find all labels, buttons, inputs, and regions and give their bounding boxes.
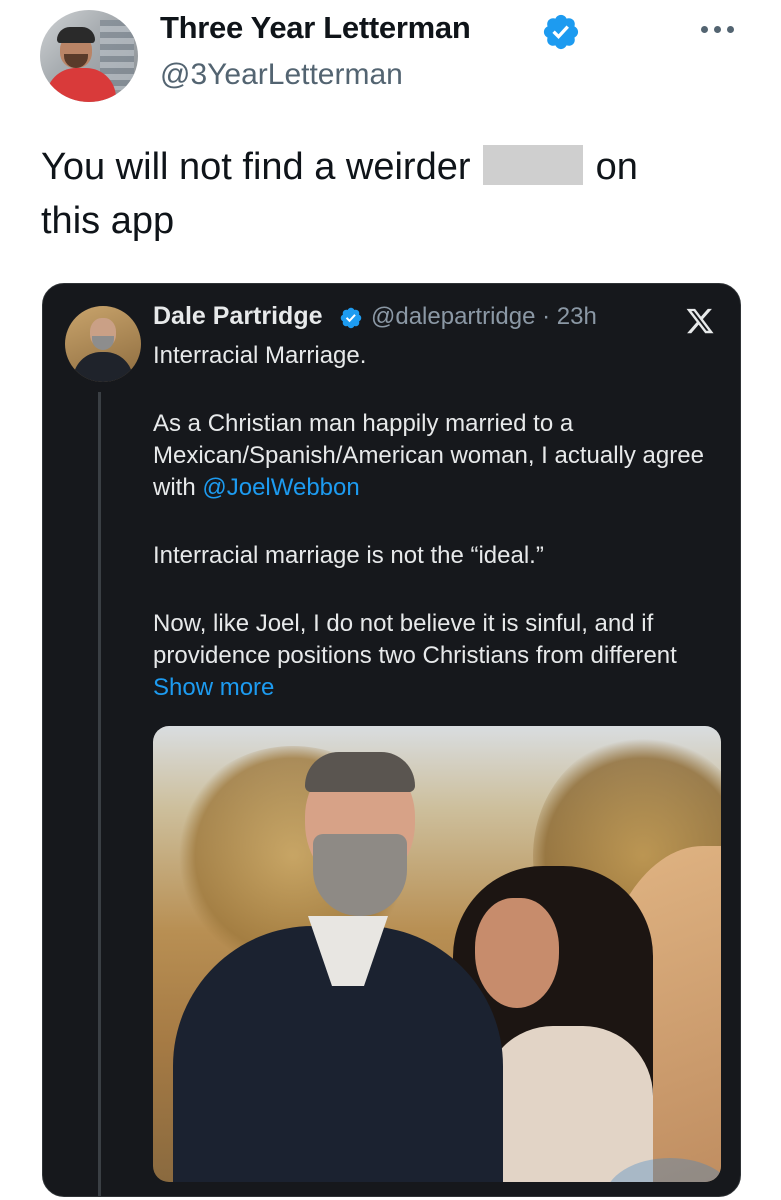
more-icon[interactable] (693, 17, 741, 41)
photo-woman-face (475, 898, 559, 1008)
verified-badge-icon (543, 14, 579, 50)
more-dot (726, 25, 734, 33)
quoted-paragraph: Now, like Joel, I do not believe it is s… (153, 608, 723, 704)
show-more-link[interactable]: Show more (153, 674, 274, 701)
more-dot (700, 25, 708, 33)
avatar-cap (57, 27, 95, 43)
quoted-author-avatar[interactable] (65, 306, 141, 382)
avatar-shirt (73, 352, 133, 382)
photo-woman-top (483, 1026, 653, 1182)
quoted-line1: Interracial Marriage. (153, 342, 367, 369)
quoted-paragraph: As a Christian man happily married to a … (153, 408, 723, 504)
tweet-text-end: on (585, 146, 638, 188)
redacted-word (483, 145, 584, 185)
quoted-tweet-photo[interactable] (153, 726, 721, 1182)
thread-line (98, 392, 101, 1196)
more-dot (713, 25, 721, 33)
quoted-tweet-card[interactable]: Dale Partridge @dalepartridge · 23h Inte… (42, 283, 741, 1197)
author-avatar[interactable] (40, 10, 138, 102)
tweet-text-line2: this app (41, 200, 175, 242)
tweet-text: You will not find a weirder on this app (41, 140, 741, 248)
author-display-name[interactable]: Three Year Letterman (160, 10, 471, 46)
quoted-handle-time[interactable]: @dalepartridge · 23h (371, 303, 597, 331)
photo-man-hair (305, 752, 415, 792)
author-handle[interactable]: @3YearLetterman (160, 58, 403, 92)
avatar-beard (92, 336, 114, 350)
x-logo-icon (686, 308, 714, 334)
mention-link[interactable]: @JoelWebbon (202, 474, 359, 501)
tweet-text-start: You will not find a weirder (41, 146, 482, 188)
quoted-paragraph-text: Now, like Joel, I do not believe it is s… (153, 610, 677, 669)
verified-badge-icon (340, 307, 362, 329)
quoted-display-name[interactable]: Dale Partridge (153, 302, 323, 331)
quoted-paragraph: Interracial marriage is not the “ideal.” (153, 542, 544, 569)
quoted-tweet-text: Interracial Marriage. As a Christian man… (153, 340, 723, 704)
